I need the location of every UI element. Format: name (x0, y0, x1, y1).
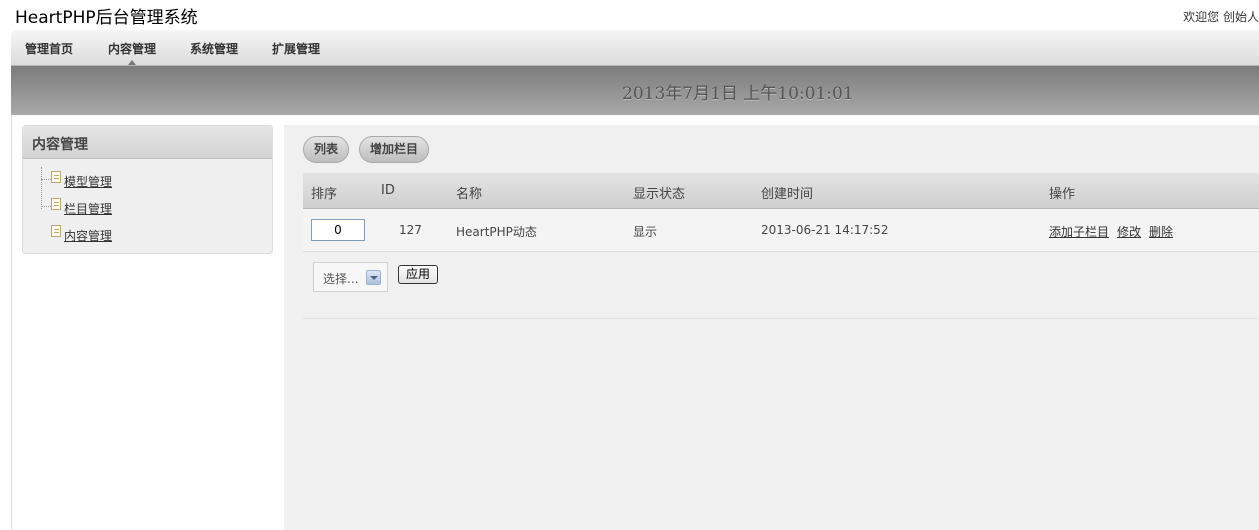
sidebar-panel: 内容管理 模型管理 栏目管理 内容管理 (22, 125, 273, 254)
table-header: 排序 ID 名称 显示状态 创建时间 操作 (303, 173, 1259, 209)
divider (303, 318, 1259, 319)
nav-item-system[interactable]: 系统管理 (190, 40, 238, 57)
current-datetime: 2013年7月1日 上午10:01:01 (622, 84, 854, 104)
document-icon (51, 171, 61, 183)
column-header-created: 创建时间 (761, 187, 814, 202)
nav-item-content[interactable]: 内容管理 (108, 40, 156, 65)
row-status: 显示 (633, 225, 658, 239)
table-row: 127 HeartPHP动态 显示 2013-06-21 14:17:52 添加… (303, 209, 1259, 252)
top-header: HeartPHP后台管理系统 欢迎您 创始人 (0, 0, 1259, 30)
column-header-actions: 操作 (1049, 187, 1076, 202)
column-header-order: 排序 (311, 187, 338, 202)
list-button[interactable]: 列表 (303, 136, 350, 163)
left-margin (0, 30, 11, 530)
column-header-status: 显示状态 (633, 187, 686, 202)
row-created: 2013-06-21 14:17:52 (761, 223, 889, 237)
sidebar-title: 内容管理 (32, 137, 88, 153)
tree-branch (41, 206, 51, 207)
sidebar-header: 内容管理 (23, 126, 272, 159)
delete-link[interactable]: 删除 (1149, 223, 1173, 240)
edit-link[interactable]: 修改 (1117, 223, 1141, 240)
welcome-text: 欢迎您 创始人 (1183, 10, 1259, 24)
date-banner: 2013年7月1日 上午10:01:01 (11, 66, 1259, 115)
tree-branch (41, 179, 51, 180)
row-name: HeartPHP动态 (456, 225, 537, 239)
row-id: 127 (399, 223, 422, 237)
chevron-down-icon[interactable] (366, 270, 381, 285)
sidebar-item-label[interactable]: 模型管理 (64, 173, 112, 190)
select-value: 选择... (323, 272, 359, 286)
main-panel: 列表 增加栏目 排序 ID 名称 显示状态 创建时间 操作 127 HeartP… (284, 125, 1259, 530)
bulk-action-select[interactable]: 选择... (313, 262, 388, 292)
sidebar-item-label[interactable]: 栏目管理 (64, 200, 112, 217)
nav-item-home[interactable]: 管理首页 (25, 40, 73, 57)
document-icon (51, 198, 61, 210)
column-header-id: ID (381, 183, 395, 198)
nav-item-extend[interactable]: 扩展管理 (272, 40, 320, 57)
apply-button[interactable]: 应用 (398, 265, 438, 284)
add-subcategory-link[interactable]: 添加子栏目 (1049, 223, 1109, 240)
main-nav: 管理首页 内容管理 系统管理 扩展管理 (11, 30, 1259, 66)
sidebar-item-label[interactable]: 内容管理 (64, 227, 112, 244)
column-header-name: 名称 (456, 187, 483, 202)
tree-connector (41, 167, 42, 209)
add-category-button[interactable]: 增加栏目 (359, 136, 430, 163)
app-title: HeartPHP后台管理系统 (15, 8, 198, 28)
order-input[interactable] (311, 219, 365, 241)
document-icon (51, 225, 61, 237)
